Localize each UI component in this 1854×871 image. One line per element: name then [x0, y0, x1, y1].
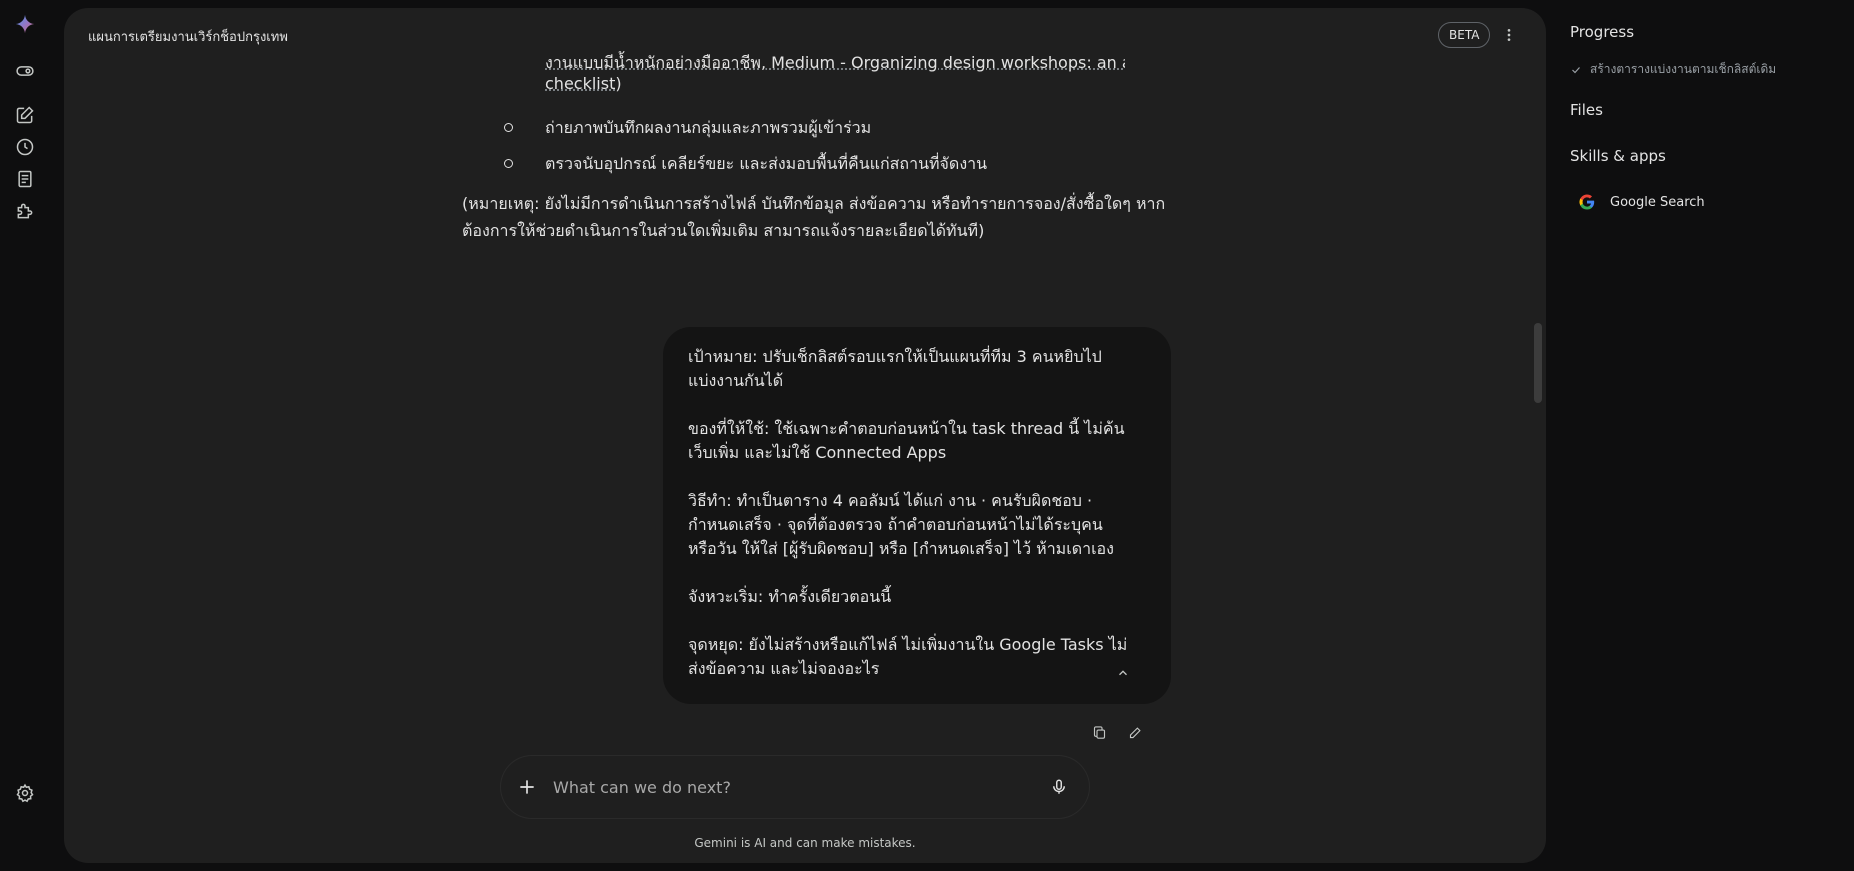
source-citation-link-end[interactable]: checklist — [545, 74, 615, 93]
toggle-panel-icon[interactable] — [11, 57, 39, 85]
beta-badge: BETA — [1438, 22, 1491, 48]
user-message-bubble: เป้าหมาย: ปรับเช็กลิสต์รอบแรกให้เป็นแผนท… — [663, 327, 1171, 704]
more-vert-icon — [1507, 29, 1511, 41]
settings-gear-icon[interactable] — [11, 779, 39, 807]
source-citation-tail: checklist) — [545, 74, 622, 93]
ai-disclaimer: Gemini is AI and can make mistakes. — [694, 836, 916, 850]
copy-button[interactable] — [1086, 719, 1112, 745]
prompt-input[interactable] — [553, 772, 993, 802]
edit-button[interactable] — [1122, 719, 1148, 745]
copy-icon — [1093, 725, 1105, 739]
list-item: ถ่ายภาพบันทึกผลงานกลุ่มและภาพรวมผู้เข้าร… — [504, 114, 871, 141]
pencil-icon — [1129, 726, 1141, 738]
progress-item: สร้างตารางแบ่งงานตามเช็กลิสต์เดิม — [1570, 60, 1776, 79]
gemini-logo-icon[interactable] — [11, 10, 39, 38]
check-icon — [1572, 66, 1580, 73]
message-actions — [1086, 719, 1148, 745]
more-options-button[interactable] — [1496, 22, 1522, 48]
notebook-icon[interactable] — [11, 165, 39, 193]
skills-heading: Skills & apps — [1570, 147, 1666, 165]
main-panel: งานแบบมีน้ำหนักอย่างมืออาชีพ, Medium - O… — [64, 8, 1546, 863]
left-rail — [0, 0, 50, 871]
chevron-up-icon — [1119, 670, 1127, 676]
bullet-circle-icon — [504, 159, 513, 168]
response-note: (หมายเหตุ: ยังไม่มีการดำเนินการสร้างไฟล์… — [462, 194, 1166, 240]
new-chat-icon[interactable] — [11, 101, 39, 129]
skill-google-search[interactable]: Google Search — [1578, 193, 1705, 211]
google-logo-icon — [1579, 194, 1595, 210]
scrollbar-thumb[interactable] — [1534, 323, 1542, 403]
conversation-title: แผนการเตรียมงานเวิร์กช็อปกรุงเทพ — [88, 30, 288, 45]
plus-icon — [520, 780, 534, 794]
collapse-message-button[interactable] — [1109, 659, 1137, 687]
task-side-panel: Progress สร้างตารางแบ่งงานตามเช็กลิสต์เด… — [1546, 0, 1854, 871]
history-icon[interactable] — [11, 133, 39, 161]
prompt-composer — [501, 756, 1089, 818]
progress-heading: Progress — [1570, 23, 1635, 41]
top-bar: แผนการเตรียมงานเวิร์กช็อปกรุงเทพ BETA — [64, 8, 1546, 64]
microphone-icon — [1053, 779, 1065, 794]
extensions-icon[interactable] — [11, 197, 39, 225]
add-attachment-button[interactable] — [513, 773, 541, 801]
list-item: ตรวจนับอุปกรณ์ เคลียร์ขยะ และส่งมอบพื้นท… — [504, 150, 987, 177]
bullet-circle-icon — [504, 123, 513, 132]
microphone-button[interactable] — [1045, 773, 1073, 801]
app-window: งานแบบมีน้ำหนักอย่างมืออาชีพ, Medium - O… — [0, 0, 1854, 871]
user-message-text: เป้าหมาย: ปรับเช็กลิสต์รอบแรกให้เป็นแผนท… — [688, 347, 1128, 678]
files-heading: Files — [1570, 101, 1603, 119]
